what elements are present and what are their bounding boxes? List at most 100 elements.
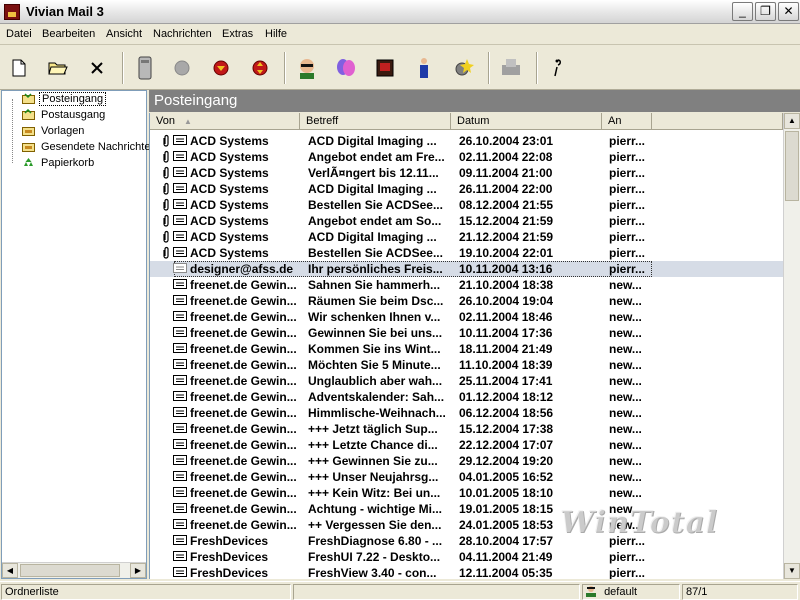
message-row[interactable]: freenet.de Gewin... Gewinnen Sie bei uns.… — [150, 325, 783, 341]
message-date: 12.11.2004 05:35 — [459, 566, 553, 579]
message-row[interactable]: ACD Systems Angebot endet am Fre... 02.11.… — [150, 149, 783, 165]
envelope-icon — [173, 278, 187, 293]
tree-horizontal-scrollbar[interactable]: ◀ ▶ — [2, 562, 146, 578]
scroll-thumb[interactable] — [20, 564, 120, 577]
message-row[interactable]: freenet.de Gewin... Sahnen Sie hammerh...… — [150, 277, 783, 293]
list-vertical-scrollbar[interactable]: ▲ ▼ — [783, 113, 800, 579]
close-button[interactable]: ✕ — [778, 2, 799, 21]
message-to: new... — [609, 390, 642, 404]
delete-x-icon[interactable] — [84, 55, 110, 81]
folder-tree[interactable]: Posteingang Postausgang Vorlagen Gesende… — [1, 90, 157, 579]
gear-star-icon[interactable] — [450, 55, 476, 81]
red-updown-arrow-icon[interactable] — [247, 55, 273, 81]
open-folder-icon[interactable] — [45, 55, 71, 81]
new-document-icon[interactable] — [6, 55, 32, 81]
trash-bin-icon[interactable] — [132, 55, 158, 81]
message-row[interactable]: freenet.de Gewin... +++ Jetzt täglich Sup… — [150, 421, 783, 437]
envelope-icon — [173, 550, 187, 565]
message-row[interactable]: freenet.de Gewin... +++ Unser Neujahrsg..… — [150, 469, 783, 485]
menu-bearbeiten[interactable]: Bearbeiten — [42, 28, 95, 40]
message-row[interactable]: freenet.de Gewin... Möchten Sie 5 Minute.… — [150, 357, 783, 373]
app-icon[interactable] — [4, 4, 20, 20]
gray-circle-icon[interactable] — [169, 55, 195, 81]
menu-extras[interactable]: Extras — [222, 28, 253, 40]
message-row[interactable]: freenet.de Gewin... Unglaublich aber wah.… — [150, 373, 783, 389]
scroll-thumb[interactable] — [785, 131, 799, 201]
column-header-date[interactable]: Datum — [451, 113, 602, 130]
status-bar: Ordnerliste default 87/1 — [0, 581, 800, 600]
red-down-arrow-icon[interactable] — [208, 55, 234, 81]
folder-label: Papierkorb — [41, 157, 95, 169]
message-row[interactable]: freenet.de Gewin... Räumen Sie beim Dsc..… — [150, 293, 783, 309]
envelope-icon — [173, 486, 187, 501]
column-header-subject[interactable]: Betreff — [300, 113, 451, 130]
menu-hilfe[interactable]: Hilfe — [265, 28, 287, 40]
menu-datei[interactable]: Datei — [6, 28, 32, 40]
message-to: pierr... — [609, 150, 646, 164]
message-to: new... — [609, 422, 642, 436]
column-header-filler — [652, 113, 783, 130]
masks-icon[interactable] — [333, 55, 359, 81]
envelope-icon — [173, 246, 187, 261]
message-subject: Bestellen Sie ACDSee... — [308, 246, 443, 260]
message-row[interactable]: designer@afss.de Ihr persönliches Freis..… — [150, 261, 783, 277]
toolbar — [0, 46, 800, 90]
message-row[interactable]: freenet.de Gewin... +++ Kein Witz: Bei un… — [150, 485, 783, 501]
folder-posteingang[interactable]: Posteingang — [22, 92, 107, 108]
message-row[interactable]: freenet.de Gewin... Himmlische-Weihnach..… — [150, 405, 783, 421]
message-row[interactable]: FreshDevices FreshView 3.40 - con... 12.11… — [150, 565, 783, 579]
message-from: freenet.de Gewin... — [190, 454, 297, 468]
folder-postausgang[interactable]: Postausgang — [22, 108, 107, 124]
message-date: 08.12.2004 21:55 — [459, 198, 554, 212]
message-to: new... — [609, 358, 642, 372]
message-from: ACD Systems — [190, 134, 269, 148]
message-row[interactable]: ACD Systems Bestellen Sie ACDSee... 08.12.… — [150, 197, 783, 213]
scroll-left-button[interactable]: ◀ — [2, 563, 18, 578]
scroll-up-button[interactable]: ▲ — [784, 113, 800, 129]
envelope-icon — [173, 470, 187, 485]
message-to: new... — [609, 406, 642, 420]
envelope-icon — [173, 454, 187, 469]
message-subject: Bestellen Sie ACDSee... — [308, 198, 443, 212]
message-to: pierr... — [609, 230, 646, 244]
message-row[interactable]: ACD Systems ACD Digital Imaging ... 26.11.… — [150, 181, 783, 197]
message-subject: FreshUI 7.22 - Deskto... — [308, 550, 441, 564]
book-icon[interactable] — [372, 55, 398, 81]
message-from: freenet.de Gewin... — [190, 406, 297, 420]
message-date: 15.12.2004 21:59 — [459, 214, 554, 228]
message-row[interactable]: freenet.de Gewin... Kommen Sie ins Wint..… — [150, 341, 783, 357]
scroll-down-button[interactable]: ▼ — [784, 563, 800, 579]
column-header-to[interactable]: An — [602, 113, 652, 130]
folder-gesendete-nachrichten[interactable]: Gesendete Nachrichten — [22, 141, 159, 156]
message-row[interactable]: freenet.de Gewin... +++ Letzte Chance di.… — [150, 437, 783, 453]
menu-nachrichten[interactable]: Nachrichten — [153, 28, 212, 40]
message-row[interactable]: ACD Systems VerlÃ¤ngert bis 12.11... 09.11… — [150, 165, 783, 181]
menu-ansicht[interactable]: Ansicht — [106, 28, 142, 40]
message-date: 26.10.2004 23:01 — [459, 134, 554, 148]
message-row[interactable]: ACD Systems Angebot endet am So... 15.12.2… — [150, 213, 783, 229]
message-date: 29.12.2004 19:20 — [459, 454, 554, 468]
message-row[interactable]: freenet.de Gewin... +++ Gewinnen Sie zu..… — [150, 453, 783, 469]
message-row[interactable]: FreshDevices FreshUI 7.22 - Deskto... 04.1… — [150, 549, 783, 565]
message-row[interactable]: ACD Systems ACD Digital Imaging ... 21.12.… — [150, 229, 783, 245]
message-subject: FreshView 3.40 - con... — [308, 566, 437, 579]
column-header-from[interactable]: Von ▲ — [150, 113, 300, 130]
person-sunglasses-icon[interactable] — [294, 55, 320, 81]
inbox-folder-icon — [22, 93, 35, 104]
message-row[interactable]: freenet.de Gewin... Adventskalender: Sah.… — [150, 389, 783, 405]
message-row[interactable]: ACD Systems ACD Digital Imaging ... 26.10.… — [150, 133, 783, 149]
message-subject: ACD Digital Imaging ... — [308, 182, 437, 196]
envelope-icon — [173, 406, 187, 421]
fax-machine-icon[interactable] — [498, 55, 524, 81]
minimize-button[interactable]: _ — [732, 2, 753, 21]
help-info-icon[interactable] — [545, 55, 571, 81]
person-icon[interactable] — [411, 55, 437, 81]
scroll-right-button[interactable]: ▶ — [130, 563, 146, 578]
status-profile[interactable]: default — [582, 584, 680, 600]
maximize-button[interactable]: ❐ — [755, 2, 776, 21]
folder-papierkorb[interactable]: Papierkorb — [22, 157, 96, 172]
folder-vorlagen[interactable]: Vorlagen — [22, 125, 86, 140]
message-row[interactable]: freenet.de Gewin... Wir schenken Ihnen v.… — [150, 309, 783, 325]
message-from: freenet.de Gewin... — [190, 422, 297, 436]
message-row[interactable]: ACD Systems Bestellen Sie ACDSee... 19.10.… — [150, 245, 783, 261]
